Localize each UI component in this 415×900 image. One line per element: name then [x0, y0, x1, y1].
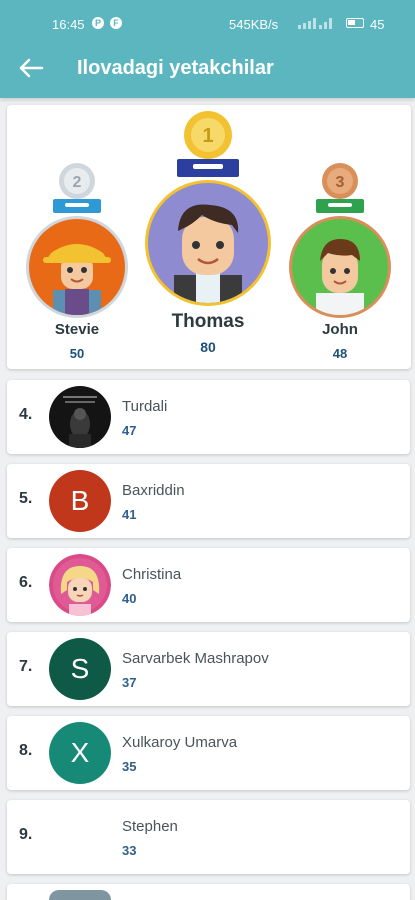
user-name: Sarvarbek Mashrapov: [122, 650, 269, 667]
user-name: Baxriddin: [122, 482, 185, 499]
battery-icon: [346, 18, 364, 28]
user-score: 40: [122, 591, 137, 606]
podium-second-name: Stevie: [54, 321, 100, 338]
podium-third-score: 48: [332, 346, 348, 361]
svg-text:3: 3: [336, 174, 345, 191]
status-bar: 16:45 P F 545KB/s 45: [0, 0, 415, 46]
podium-first[interactable]: 1: [143, 107, 273, 307]
list-item[interactable]: 9. Stephen 33: [7, 800, 410, 874]
list-item[interactable]: 8. X Xulkaroy Umarva 35: [7, 716, 410, 790]
status-time: 16:45: [52, 17, 85, 32]
signal-icon: [298, 18, 332, 29]
user-name: Stephen: [122, 818, 178, 835]
bronze-medal-icon: 3: [316, 163, 364, 213]
svg-text:1: 1: [202, 125, 213, 147]
list-item[interactable]: 7. S Sarvarbek Mashrapov 37: [7, 632, 410, 706]
user-name: Christina: [122, 566, 182, 583]
list-item[interactable]: 6. Christina 40: [7, 548, 410, 622]
network-speed: 545KB/s: [229, 17, 279, 32]
podium-first-name: Thomas: [171, 311, 245, 332]
notification-icon: F: [110, 17, 122, 29]
app-bar: 16:45 P F 545KB/s 45 Ilovadagi yetakchil…: [0, 0, 415, 98]
podium-second-score: 50: [69, 346, 85, 361]
battery-percent: 45: [370, 17, 385, 32]
avatar: X: [49, 722, 111, 784]
user-score: 47: [122, 423, 137, 438]
avatar: [49, 890, 111, 900]
list-item[interactable]: 4. Turdali 47: [7, 380, 410, 454]
list-item[interactable]: 5. B Baxriddin 41: [7, 464, 410, 538]
rank-number: 8.: [19, 742, 33, 759]
rank-number: 9.: [19, 826, 33, 843]
user-score: 41: [122, 507, 137, 522]
list-item[interactable]: [7, 884, 410, 900]
user-name: Xulkaroy Umarva: [122, 734, 238, 751]
podium-third-name: John: [322, 321, 358, 338]
avatar: [49, 386, 111, 448]
user-score: 33: [122, 843, 137, 858]
podium-second[interactable]: 2: [23, 159, 131, 319]
rank-number: 5.: [19, 490, 33, 507]
avatar: [145, 180, 271, 306]
page-title: Ilovadagi yetakchilar: [77, 57, 274, 79]
svg-text:2: 2: [73, 174, 82, 191]
avatar-initial: B: [49, 470, 111, 532]
avatar-initial: S: [49, 638, 111, 700]
user-score: 37: [122, 675, 137, 690]
podium-first-score: 80: [200, 339, 216, 355]
notification-icon: P: [92, 17, 104, 29]
user-name: Turdali: [122, 398, 168, 415]
rank-number: 4.: [19, 406, 33, 423]
podium-card: 2 Stevie 50 1 Thomas 80 3 John 48: [7, 105, 411, 369]
avatar: [26, 216, 128, 318]
avatar: B: [49, 470, 111, 532]
arrow-left-icon[interactable]: [18, 57, 44, 79]
user-score: 35: [122, 759, 137, 774]
avatar-initial: X: [49, 722, 111, 784]
avatar: S: [49, 638, 111, 700]
silver-medal-icon: 2: [53, 163, 101, 213]
avatar: [49, 554, 111, 616]
rank-number: 7.: [19, 658, 33, 675]
avatar: [289, 216, 391, 318]
gold-medal-icon: 1: [177, 111, 239, 177]
rank-number: 6.: [19, 574, 33, 591]
podium-third[interactable]: 3: [286, 159, 394, 319]
